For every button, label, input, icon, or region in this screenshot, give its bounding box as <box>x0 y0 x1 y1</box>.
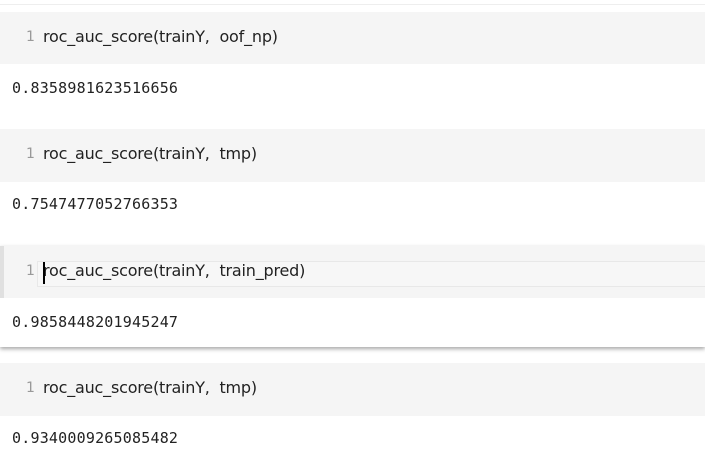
code-line[interactable]: roc_auc_score(trainY, oof_np) <box>43 27 278 46</box>
cell-input-area[interactable]: 1 roc_auc_score(trainY, tmp) <box>0 363 705 416</box>
line-number: 1 <box>26 263 35 279</box>
code-cell-active[interactable]: 1 roc_auc_score(trainY, train_pred) 0.98… <box>0 246 705 347</box>
code-line[interactable]: roc_auc_score(trainY, tmp) <box>43 144 257 163</box>
line-number: 1 <box>26 146 35 162</box>
code-cell[interactable]: 1 roc_auc_score(trainY, tmp) 0.754747705… <box>0 129 705 229</box>
cell-output: 0.9340009265085482 <box>12 429 179 447</box>
cell-output: 0.9858448201945247 <box>12 313 179 331</box>
text-cursor <box>43 262 45 284</box>
cell-input-area[interactable]: 1 roc_auc_score(trainY, tmp) <box>0 129 705 182</box>
cell-output: 0.8358981623516656 <box>12 79 179 97</box>
line-number: 1 <box>26 380 35 396</box>
code-cell[interactable]: 1 roc_auc_score(trainY, oof_np) 0.835898… <box>0 12 705 118</box>
cell-input-area[interactable]: 1 roc_auc_score(trainY, oof_np) <box>0 12 705 64</box>
code-line[interactable]: roc_auc_score(trainY, tmp) <box>43 378 257 397</box>
previous-cell-edge <box>0 0 705 5</box>
line-number: 1 <box>26 29 35 45</box>
cell-output: 0.7547477052766353 <box>12 195 179 213</box>
cell-selection-bar <box>0 246 4 298</box>
notebook: 1 roc_auc_score(trainY, oof_np) 0.835898… <box>0 0 705 471</box>
code-line[interactable]: roc_auc_score(trainY, train_pred) <box>43 261 305 280</box>
code-cell[interactable]: 1 roc_auc_score(trainY, tmp) 0.934000926… <box>0 363 705 471</box>
cell-input-area[interactable]: 1 roc_auc_score(trainY, train_pred) <box>0 246 705 298</box>
